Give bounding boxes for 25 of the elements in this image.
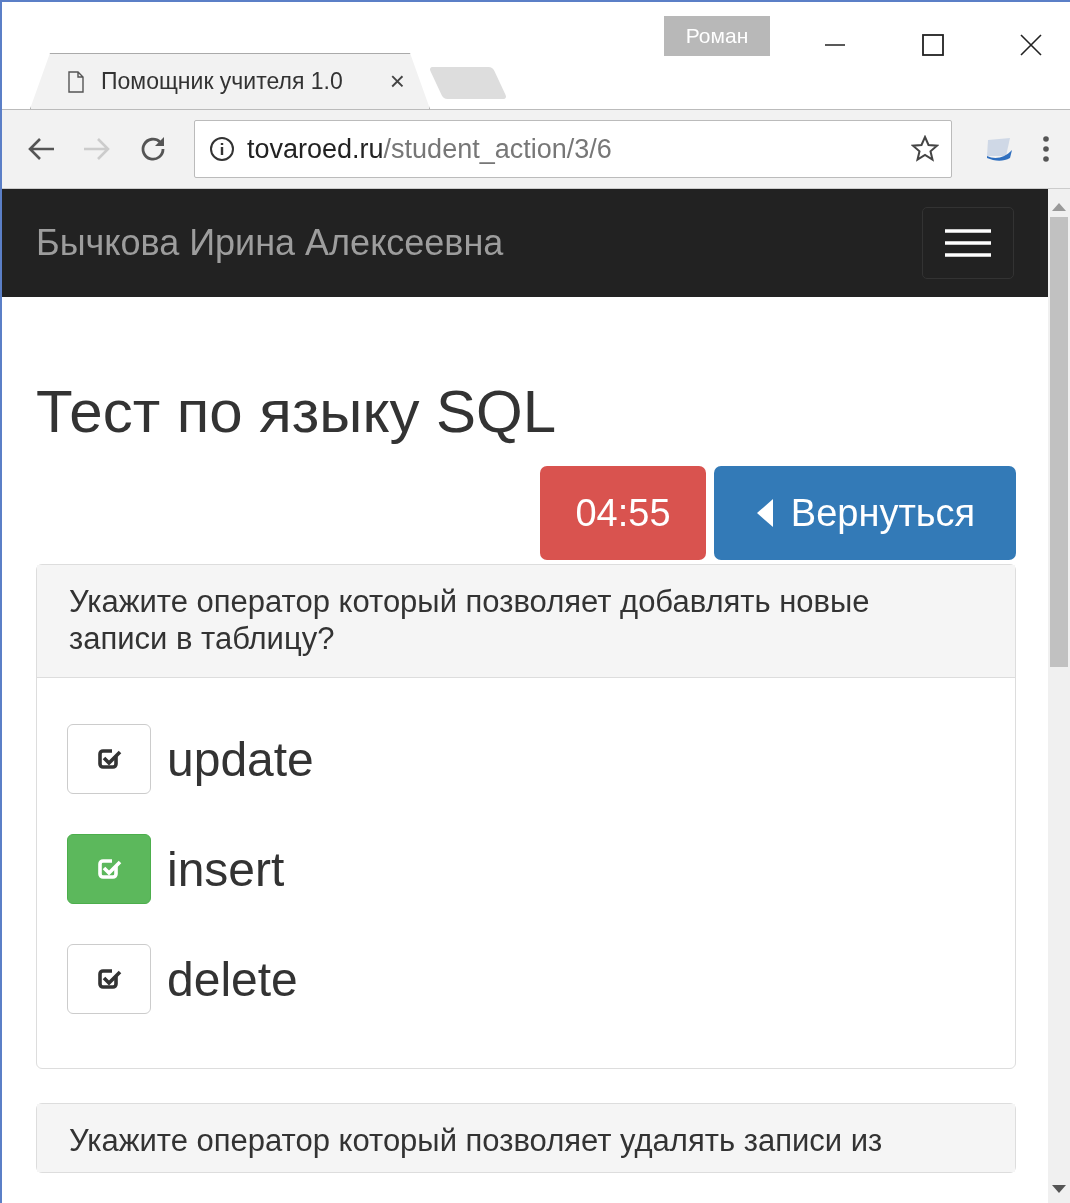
tab-close-button[interactable]: × (389, 66, 405, 97)
star-icon[interactable] (911, 135, 939, 163)
question-text: Укажите оператор который позволяет удалять записи из (69, 1123, 883, 1159)
browser-tab[interactable]: Помощник учителя 1.0 × (30, 53, 430, 109)
answer-label[interactable]: update (167, 731, 314, 787)
answer-toggle-button[interactable] (67, 944, 151, 1015)
hamburger-menu-button[interactable] (922, 207, 1014, 279)
timer: 04:55 (540, 466, 706, 560)
scrollbar[interactable] (1048, 189, 1070, 1203)
answer-label[interactable]: delete (167, 951, 298, 1007)
menu-dots-icon[interactable] (1042, 134, 1050, 164)
brand-name[interactable]: Бычкова Ирина Алексеевна (36, 222, 504, 264)
answer-toggle-button[interactable] (67, 834, 151, 905)
answer-label[interactable]: insert (167, 841, 285, 897)
back-button[interactable]: Вернуться (714, 466, 1016, 560)
menu-icon (945, 229, 991, 257)
answer-toggle-button[interactable] (67, 724, 151, 795)
close-icon[interactable] (1020, 34, 1042, 56)
page-icon (67, 70, 85, 93)
question-text: Укажите оператор который позволяет добавлять новые записи в таблицу? (69, 584, 870, 657)
back-arrow-icon[interactable] (26, 136, 56, 162)
page-title: Тест по языку SQL (36, 377, 558, 446)
address-bar[interactable]: tovaroed.ru/student_action/3/6 (194, 120, 952, 178)
info-icon (209, 136, 235, 162)
maximize-icon[interactable] (922, 34, 944, 56)
